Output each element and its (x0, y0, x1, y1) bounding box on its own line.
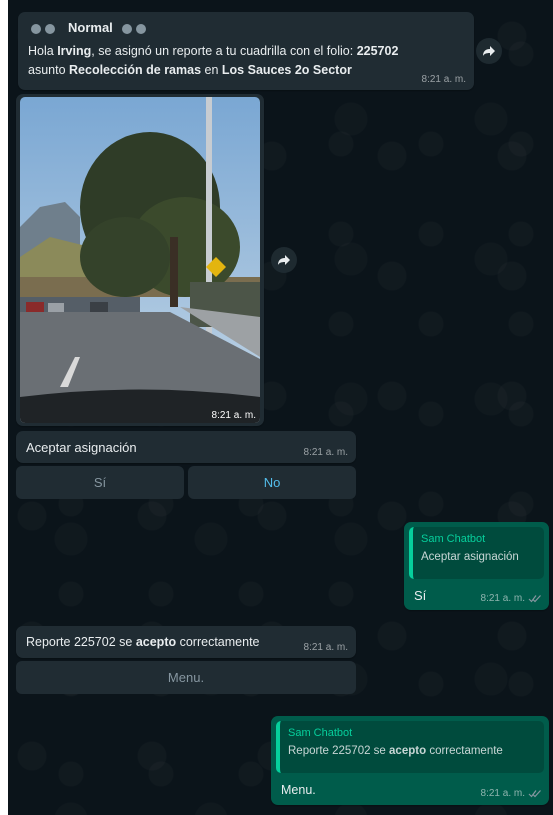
message-body: Hola Irving, se asignó un reporte a tu c… (28, 42, 468, 80)
body-text: asunto (28, 63, 66, 77)
no-button-label: No (263, 475, 281, 490)
message-time: 8:21 a. m. (303, 642, 348, 653)
quoted-author: Sam Chatbot (421, 533, 486, 545)
forward-icon (483, 46, 495, 56)
body-bold-text: acepto (135, 635, 177, 649)
double-check-icon (528, 790, 541, 798)
sent-reply-message: Sam Chatbot Reporte 225702 se acepto cor… (271, 716, 549, 805)
quoted-text: Aceptar asignación (421, 551, 519, 563)
forward-icon (278, 255, 290, 265)
user-name: Irving (57, 44, 92, 58)
yes-button[interactable]: Sí (16, 466, 184, 499)
message-time: 8:21 a. m. (480, 788, 525, 799)
double-check-icon (528, 595, 541, 603)
message-time: 8:21 a. m. (480, 593, 525, 604)
forward-button[interactable] (271, 247, 297, 273)
body-text: correctamente (179, 635, 260, 649)
body-text: Reporte 225702 se (26, 635, 133, 649)
report-subject: Recolección de ramas (69, 63, 202, 77)
forward-button[interactable] (476, 38, 502, 64)
quoted-author: Sam Chatbot (288, 727, 353, 739)
photo-time: 8:21 a. m. (211, 410, 256, 421)
quoted-message[interactable]: Sam Chatbot Reporte 225702 se acepto cor… (276, 721, 544, 773)
cloud-icon (31, 23, 55, 34)
folio-number: 225702 (356, 44, 399, 58)
priority-header: Normal (28, 20, 153, 35)
assignment-message: Normal Hola Irving, se asignó un reporte… (18, 12, 474, 90)
confirmation-message: Reporte 225702 se acepto correctamente 8… (16, 626, 356, 658)
reply-text: Menu. (281, 783, 316, 797)
quoted-bold-text: acepto (389, 745, 427, 757)
sent-reply-message: Sam Chatbot Aceptar asignación Sí 8:21 a… (404, 522, 549, 610)
quoted-text-part: Reporte 225702 se (288, 745, 386, 757)
confirmation-text: Reporte 225702 se acepto correctamente (26, 635, 260, 649)
priority-label: Normal (68, 20, 113, 35)
chat-area[interactable]: Normal Hola Irving, se asignó un reporte… (8, 0, 553, 815)
menu-button-label: Menu. (167, 670, 205, 685)
yes-button-label: Sí (93, 475, 107, 490)
reply-text: Sí (414, 588, 427, 603)
menu-button[interactable]: Menu. (16, 661, 356, 694)
no-button[interactable]: No (188, 466, 356, 499)
accept-prompt-message: Aceptar asignación 8:21 a. m. (16, 431, 356, 463)
quoted-text-part: correctamente (429, 745, 503, 757)
cloud-icon (121, 23, 146, 34)
body-text: , se asignó un reporte a tu cuadrilla co… (91, 44, 354, 58)
message-time: 8:21 a. m. (303, 447, 348, 458)
prompt-text: Aceptar asignación (26, 440, 137, 455)
quoted-text: Reporte 225702 se acepto correctamente (288, 745, 536, 757)
message-time: 8:21 a. m. (421, 74, 466, 85)
body-text: en (204, 63, 219, 77)
greeting-text: Hola (28, 44, 54, 58)
photo-message[interactable]: 8:21 a. m. (16, 94, 264, 426)
street-photo (20, 97, 260, 423)
quoted-message[interactable]: Sam Chatbot Aceptar asignación (409, 527, 544, 579)
report-location: Los Sauces 2o Sector (221, 63, 352, 77)
